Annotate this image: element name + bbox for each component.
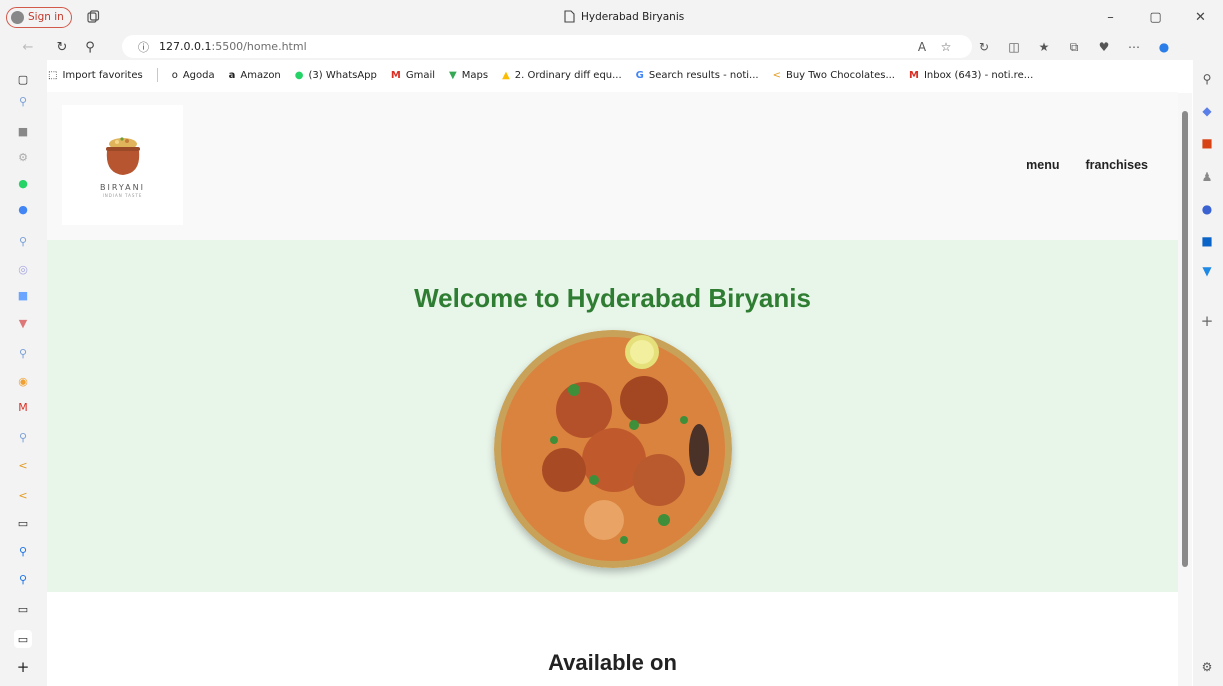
bookmark-separator bbox=[156, 68, 158, 82]
edge-sidebar: ⚲ ◆ ■ ♟ ● ■ ▼ + ⚙ bbox=[1193, 60, 1223, 686]
tab-search-icon[interactable]: ⚲ bbox=[16, 430, 30, 444]
back-arrow-icon[interactable]: ← bbox=[16, 35, 40, 59]
tab-page-icon[interactable]: ▭ bbox=[16, 602, 30, 616]
window-title: Hyderabad Biryanis bbox=[564, 10, 684, 23]
copilot-icon[interactable]: ● bbox=[1152, 36, 1176, 58]
site-header: BIRYANI INDIAN TASTE menu franchises bbox=[47, 92, 1178, 240]
sign-in-button[interactable]: Sign in bbox=[6, 6, 72, 28]
gmail-icon: M bbox=[909, 69, 919, 81]
tab-whatsapp-icon[interactable]: ● bbox=[16, 176, 30, 190]
tab-leetcode-icon[interactable]: < bbox=[16, 458, 30, 472]
address-row: ← ↻ ⚲ ⓘ 127.0.0.1:5500/home.html A ☆ ↻ ◫… bbox=[0, 34, 1223, 60]
site-nav: menu franchises bbox=[1026, 158, 1148, 172]
tab-panel-icon[interactable]: ▢ bbox=[16, 72, 30, 86]
tab-search-icon[interactable]: ⚲ bbox=[16, 572, 30, 586]
nav-menu-link[interactable]: menu bbox=[1026, 158, 1059, 172]
minimize-button[interactable]: – bbox=[1088, 0, 1133, 34]
address-bar[interactable]: ⓘ 127.0.0.1:5500/home.html bbox=[122, 35, 972, 58]
hero-section: Welcome to Hyderabad Biryanis bbox=[47, 240, 1178, 592]
import-icon: ⬚ bbox=[48, 69, 58, 81]
maps-icon: ▼ bbox=[449, 69, 457, 81]
site-logo[interactable]: BIRYANI INDIAN TASTE bbox=[62, 105, 183, 225]
tab-photos-icon[interactable]: ■ bbox=[16, 288, 30, 302]
tab-leetcode-icon[interactable]: < bbox=[16, 488, 30, 502]
drive-icon: ▲ bbox=[502, 69, 510, 81]
bookmark-leetcode[interactable]: < Buy Two Chocolates... bbox=[773, 70, 895, 81]
bookmark-gmail[interactable]: M Gmail bbox=[391, 70, 435, 81]
nav-franchises-link[interactable]: franchises bbox=[1085, 158, 1148, 172]
url-host: 127.0.0.1 bbox=[159, 40, 212, 53]
vertical-tabs-sidebar: ▢ ⚲ ■ ⚙ ● ● ⚲ ◎ ■ ▼ ⚲ ◉ M ⚲ < < ▭ ⚲ ⚲ ▭ … bbox=[0, 60, 47, 686]
logo-brand-text: BIRYANI bbox=[100, 183, 145, 192]
sidebar-add-icon[interactable]: + bbox=[1200, 312, 1214, 330]
logo-tagline: INDIAN TASTE bbox=[102, 193, 143, 198]
bookmark-import-favorites[interactable]: ⬚ Import favorites bbox=[48, 70, 143, 81]
close-button[interactable]: ✕ bbox=[1178, 0, 1223, 34]
page-scrollbar[interactable] bbox=[1178, 93, 1192, 686]
tab-search-icon[interactable]: ⚲ bbox=[16, 94, 30, 108]
sidebar-settings-icon[interactable]: ⚙ bbox=[1200, 660, 1214, 674]
refresh-icon[interactable]: ↻ bbox=[50, 35, 74, 59]
bookmark-whatsapp[interactable]: ● (3) WhatsApp bbox=[295, 70, 377, 81]
bookmark-google-search[interactable]: G Search results - noti... bbox=[636, 70, 759, 81]
site-info-icon[interactable]: ⓘ bbox=[138, 39, 149, 55]
new-tab-plus-icon[interactable]: + bbox=[16, 658, 30, 676]
sidebar-outlook-icon[interactable]: ■ bbox=[1200, 234, 1214, 248]
sidebar-designer-icon[interactable]: ▼ bbox=[1200, 264, 1214, 278]
hero-title: Welcome to Hyderabad Biryanis bbox=[414, 283, 811, 313]
whatsapp-icon: ● bbox=[294, 69, 304, 81]
tab-facebook-icon[interactable]: ● bbox=[16, 202, 30, 216]
tab-search-icon[interactable]: ⚲ bbox=[16, 544, 30, 558]
bookmark-drive[interactable]: ▲ 2. Ordinary diff equ... bbox=[502, 70, 622, 81]
more-options-icon[interactable]: ⋯ bbox=[1122, 36, 1146, 58]
tab-gmail-icon[interactable]: M bbox=[16, 400, 30, 414]
read-aloud-icon[interactable]: A bbox=[910, 36, 934, 58]
sidebar-tools-icon[interactable]: ■ bbox=[1200, 136, 1214, 150]
google-icon: G bbox=[635, 69, 644, 81]
refresh-extension-icon[interactable]: ↻ bbox=[972, 36, 996, 58]
sidebar-games-icon[interactable]: ♟ bbox=[1200, 170, 1214, 184]
window-title-text: Hyderabad Biryanis bbox=[581, 10, 685, 23]
url-path: :5500/home.html bbox=[211, 40, 307, 53]
leetcode-icon: < bbox=[772, 69, 781, 81]
performance-icon[interactable]: ♥ bbox=[1092, 36, 1116, 58]
sidebar-search-icon[interactable]: ⚲ bbox=[1200, 72, 1214, 86]
favorite-star-icon[interactable]: ☆ bbox=[934, 36, 958, 58]
page-icon bbox=[564, 10, 575, 23]
split-screen-icon[interactable]: ◫ bbox=[1002, 36, 1026, 58]
bookmarks-bar: ⬚ Import favorites ο Agoda a Amazon ● (3) Wh… bbox=[48, 64, 1047, 86]
gmail-icon: M bbox=[390, 69, 401, 81]
tab-circle-icon[interactable]: ◉ bbox=[16, 374, 30, 388]
bookmark-agoda[interactable]: ο Agoda bbox=[172, 70, 215, 81]
bookmark-maps[interactable]: ▼ Maps bbox=[449, 70, 488, 81]
restore-button[interactable]: ▢ bbox=[1133, 0, 1178, 34]
biryani-pot-icon bbox=[105, 137, 140, 175]
sidebar-shopping-icon[interactable]: ◆ bbox=[1200, 104, 1214, 118]
amazon-icon: a bbox=[228, 69, 236, 81]
browser-title-bar: Sign in Hyderabad Biryanis – ▢ ✕ bbox=[0, 0, 1223, 34]
bookmark-inbox[interactable]: M Inbox (643) - noti.re... bbox=[909, 70, 1033, 81]
biryani-dish-image bbox=[494, 330, 732, 568]
sidebar-office-icon[interactable]: ● bbox=[1200, 202, 1214, 216]
tab-page-active-icon[interactable]: ▭ bbox=[14, 630, 32, 648]
webpage-viewport: BIRYANI INDIAN TASTE menu franchises Wel… bbox=[47, 92, 1178, 686]
agoda-icon: ο bbox=[171, 69, 178, 81]
tab-search-icon[interactable]: ⚲ bbox=[16, 346, 30, 360]
profile-icon bbox=[11, 10, 24, 24]
tab-settings-icon[interactable]: ⚙ bbox=[16, 150, 30, 164]
search-icon[interactable]: ⚲ bbox=[78, 35, 102, 59]
scrollbar-thumb[interactable] bbox=[1182, 111, 1188, 567]
tab-page-icon[interactable]: ▭ bbox=[16, 516, 30, 530]
tab-chrome-icon[interactable]: ◎ bbox=[16, 262, 30, 276]
tab-github-icon[interactable]: ■ bbox=[16, 124, 30, 138]
sign-in-label: Sign in bbox=[28, 11, 64, 23]
available-on-heading: Available on bbox=[548, 650, 677, 675]
tab-shield-icon[interactable]: ▼ bbox=[16, 316, 30, 330]
collections-icon[interactable]: ⧉ bbox=[1062, 36, 1086, 58]
tab-search-icon[interactable]: ⚲ bbox=[16, 234, 30, 248]
bookmark-amazon[interactable]: a Amazon bbox=[229, 70, 281, 81]
favorites-icon[interactable]: ★ bbox=[1032, 36, 1056, 58]
tab-actions-icon[interactable] bbox=[86, 10, 100, 24]
